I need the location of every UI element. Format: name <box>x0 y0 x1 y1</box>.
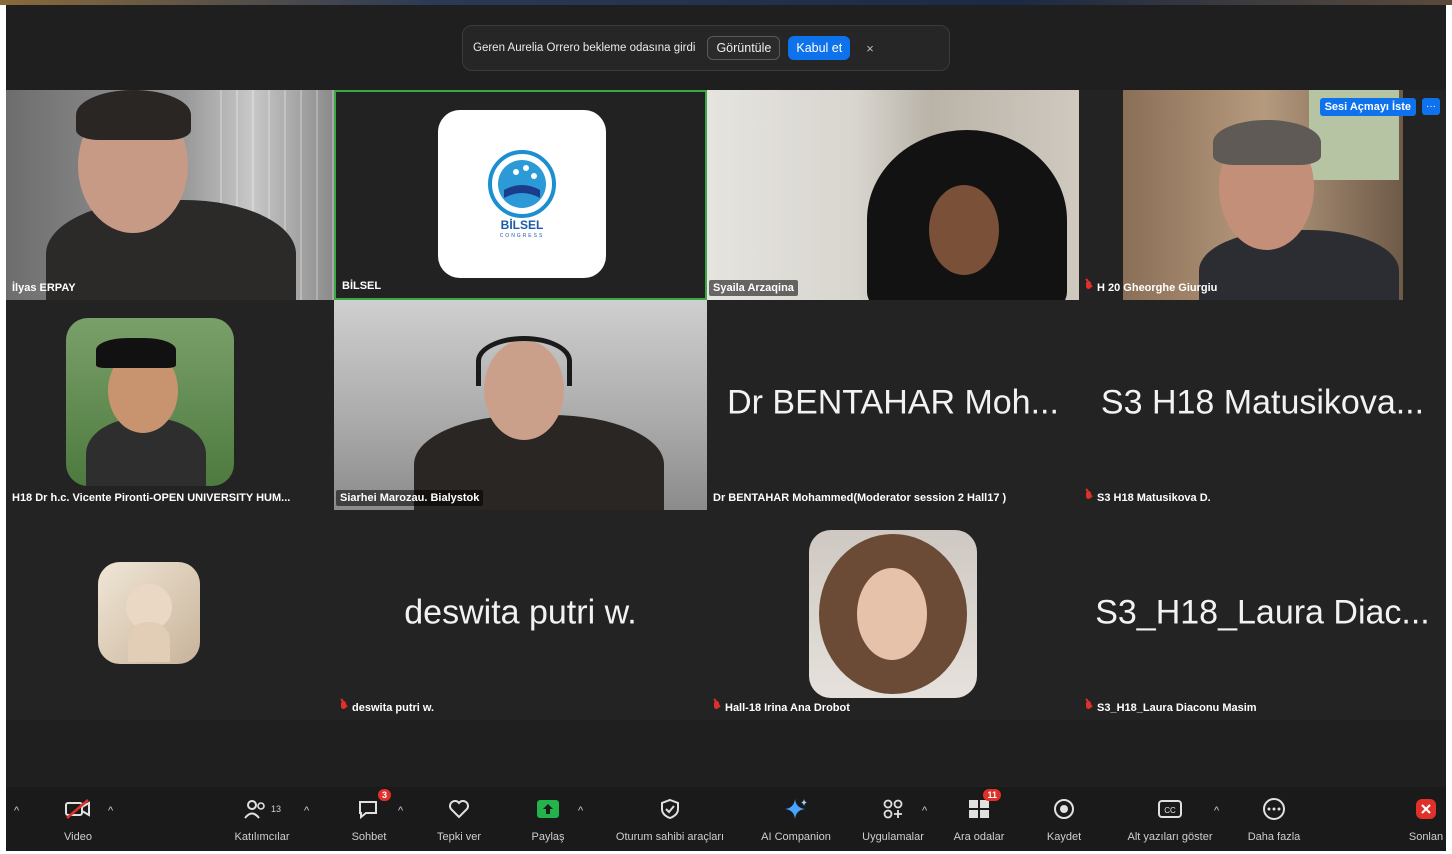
participant-name-row: S3 H18 Matusikova D. <box>1081 489 1215 506</box>
more-options-icon[interactable]: ··· <box>1422 98 1440 115</box>
chat-badge: 3 <box>377 789 391 801</box>
participant-name: Syaila Arzaqina <box>709 280 798 296</box>
muted-mic-icon <box>1085 701 1092 712</box>
share-screen-icon <box>535 795 561 823</box>
participants-count: 13 <box>270 804 281 814</box>
heart-icon <box>447 795 471 823</box>
video-off-icon <box>64 795 92 823</box>
svg-text:CC: CC <box>1164 806 1176 815</box>
participant-avatar <box>66 318 234 486</box>
video-tile[interactable]: İlyas ERPAY <box>6 90 334 300</box>
apps-label: Uygulamalar <box>862 831 924 843</box>
close-icon[interactable]: × <box>866 41 874 56</box>
participant-name: S3 H18 Matusikova D. <box>1097 492 1211 504</box>
react-label: Tepki ver <box>436 831 482 843</box>
participant-name-row: deswita putri w. <box>336 699 438 716</box>
video-button[interactable]: Video <box>18 795 138 843</box>
display-name-large: S3_H18_Laura Diac... <box>1095 593 1430 632</box>
ai-companion-label: AI Companion <box>761 831 831 843</box>
end-meeting-button[interactable]: Sonlan <box>1401 795 1446 843</box>
zoom-meeting-window: Geren Aurelia Orrero bekleme odasına gir… <box>6 5 1446 851</box>
participant-name: Hall-18 Irina Ana Drobot <box>725 702 850 714</box>
accept-button[interactable]: Kabul et <box>788 36 851 60</box>
participant-name: H18 Dr h.c. Vicente Pironti-OPEN UNIVERS… <box>12 492 291 504</box>
participant-name-row: Hall-18 Irina Ana Drobot <box>709 699 854 716</box>
video-tile-no-video[interactable]: deswita putri w. deswita putri w. <box>334 510 707 720</box>
display-name-large: deswita putri w. <box>404 593 637 632</box>
record-icon <box>1052 795 1076 823</box>
participant-name: Siarhei Marozau. Bialystok <box>336 490 484 506</box>
muted-mic-icon <box>1085 491 1092 502</box>
shield-icon <box>659 795 681 823</box>
logo-subtext: CONGRESS <box>499 233 545 239</box>
participant-name: Dr BENTAHAR Mohammed(Moderator session 2… <box>713 492 1007 504</box>
more-icon <box>1262 795 1286 823</box>
participant-name: S3_H18_Laura Diaconu Masim <box>1097 702 1257 714</box>
record-label: Kaydet <box>1046 831 1082 843</box>
video-tile[interactable]: H18 Dr h.c. Vicente Pironti-OPEN UNIVERS… <box>6 300 334 510</box>
host-tools-label: Oturum sahibi araçları <box>615 831 725 843</box>
host-tools-button[interactable]: Oturum sahibi araçları <box>610 795 730 843</box>
display-name-large: S3 H18 Matusikova... <box>1100 383 1425 422</box>
video-label: Video <box>64 831 92 843</box>
participant-name: BİLSEL <box>342 280 382 292</box>
participant-name: H 20 Gheorghe Giurgiu <box>1097 282 1218 294</box>
muted-mic-icon <box>340 701 347 712</box>
record-button[interactable]: Kaydet <box>1004 795 1124 843</box>
end-label: Sonlan <box>1408 831 1444 843</box>
share-button[interactable]: Paylaş <box>488 795 608 843</box>
chat-label: Sohbet <box>351 831 387 843</box>
video-tile-no-video[interactable]: Dr BENTAHAR Moh... Dr BENTAHAR Mohammed(… <box>707 300 1079 510</box>
meeting-toolbar: ^ Video ^ 13 Katılımcılar ^ 3 Sohbet ^ T… <box>6 787 1446 851</box>
closed-captions-icon: CC <box>1157 795 1183 823</box>
more-button[interactable]: Daha fazla <box>1214 795 1334 843</box>
video-tile[interactable] <box>6 510 334 720</box>
waiting-room-notification: Geren Aurelia Orrero bekleme odasına gir… <box>462 25 950 71</box>
sparkle-icon <box>783 795 809 823</box>
participant-name <box>8 712 16 716</box>
notification-message: Geren Aurelia Orrero bekleme odasına gir… <box>473 42 696 54</box>
bilsel-logo: BİLSEL CONGRESS <box>438 110 606 278</box>
view-button[interactable]: Görüntüle <box>707 36 781 60</box>
breakout-rooms-icon: 11 <box>967 789 1001 823</box>
participant-avatar <box>98 562 200 664</box>
apps-icon <box>881 795 905 823</box>
video-tile[interactable]: Siarhei Marozau. Bialystok <box>334 300 707 510</box>
participant-name-row: S3_H18_Laura Diaconu Masim <box>1081 699 1261 716</box>
participant-name: İlyas ERPAY <box>12 282 76 294</box>
share-label: Paylaş <box>531 831 565 843</box>
logo-text: BİLSEL <box>500 218 544 232</box>
participants-icon: 13 <box>243 795 281 823</box>
participant-name: deswita putri w. <box>352 702 435 714</box>
video-tile-no-video[interactable]: S3_H18_Laura Diac... S3_H18_Laura Diacon… <box>1079 510 1446 720</box>
video-tile-no-video[interactable]: S3 H18 Matusikova... S3 H18 Matusikova D… <box>1079 300 1446 510</box>
breakout-badge: 11 <box>983 789 1001 801</box>
display-name-large: Dr BENTAHAR Moh... <box>727 383 1059 422</box>
breakout-label: Ara odalar <box>953 831 1005 843</box>
share-chevron-icon[interactable]: ^ <box>578 805 583 817</box>
end-icon <box>1414 795 1438 823</box>
captions-label: Alt yazıları göster <box>1127 831 1213 843</box>
video-options-chevron-icon[interactable]: ^ <box>108 805 113 817</box>
participants-button[interactable]: 13 Katılımcılar <box>202 795 322 843</box>
participant-avatar <box>809 530 977 698</box>
video-tile[interactable]: Syaila Arzaqina <box>707 90 1079 300</box>
ask-to-unmute-button[interactable]: Sesi Açmayı İste <box>1319 98 1416 116</box>
participant-name-row: H 20 Gheorghe Giurgiu <box>1081 279 1221 296</box>
more-label: Daha fazla <box>1247 831 1301 843</box>
video-tile[interactable]: Hall-18 Irina Ana Drobot <box>707 510 1079 720</box>
captions-button[interactable]: CC Alt yazıları göster <box>1110 795 1230 843</box>
chat-icon: 3 <box>357 789 391 823</box>
video-tile[interactable]: Sesi Açmayı İste ··· H 20 Gheorghe Giurg… <box>1079 90 1446 300</box>
muted-mic-icon <box>713 701 720 712</box>
muted-mic-icon <box>1085 281 1092 292</box>
participants-label: Katılımcılar <box>234 831 290 843</box>
video-tile-active-speaker[interactable]: BİLSEL CONGRESS BİLSEL <box>334 90 707 300</box>
